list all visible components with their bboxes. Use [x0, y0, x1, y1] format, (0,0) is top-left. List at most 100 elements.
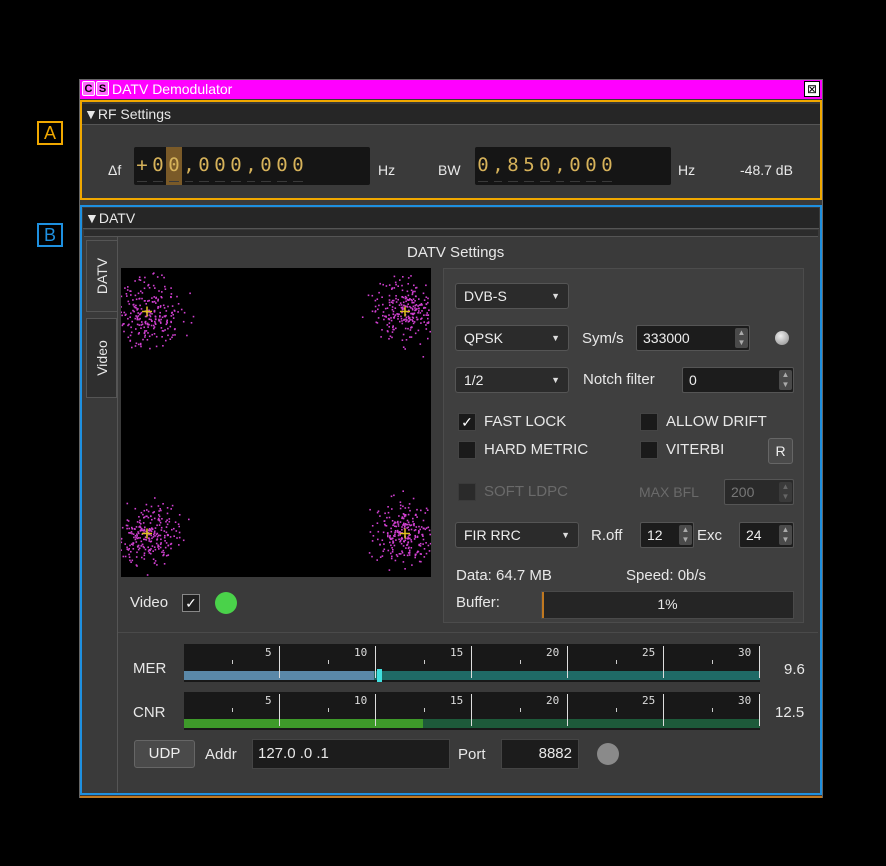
- roll-off-spinbox[interactable]: 12 ▲ ▼: [640, 522, 694, 548]
- settings-s-button[interactable]: S: [96, 81, 109, 96]
- bw-digit[interactable]: 0: [537, 147, 553, 185]
- df-digit[interactable]: 0: [290, 147, 306, 185]
- gauge-tick-label: 20: [546, 694, 560, 707]
- constellation-sample: [168, 518, 171, 520]
- excursion-spinbox[interactable]: 24 ▲ ▼: [739, 522, 794, 548]
- constellation-sample: [387, 506, 389, 508]
- bw-digit[interactable]: 8: [505, 147, 521, 185]
- mer-gauge: 5 10 15 20 25 30: [184, 644, 760, 682]
- constellation-sample: [392, 537, 394, 540]
- constellation-sample: [407, 513, 410, 516]
- constellation-sample: [386, 532, 389, 534]
- constellation-sample: [374, 299, 377, 302]
- udp-address-field[interactable]: 127.0 .0 .1: [252, 739, 450, 769]
- constellation-sample: [139, 312, 142, 315]
- spin-arrows-icon[interactable]: ▲ ▼: [779, 370, 792, 390]
- bw-digit[interactable]: 0: [475, 147, 491, 185]
- constellation-sample: [418, 543, 420, 546]
- constellation-sample: [408, 552, 411, 554]
- frequency-shift-dial[interactable]: +0 0, 0 0 0, 0 0 0: [134, 147, 370, 185]
- constellation-sample: [176, 295, 178, 298]
- constellation-sample: [143, 281, 146, 283]
- bw-digit[interactable]: 0: [583, 147, 599, 185]
- df-digit[interactable]: 0: [228, 147, 244, 185]
- udp-status-led: [597, 743, 619, 765]
- fec-select[interactable]: 1/2 ▼: [455, 367, 569, 393]
- constellation-sample: [139, 519, 141, 522]
- spin-arrows-icon[interactable]: ▲ ▼: [679, 525, 692, 545]
- modulation-select[interactable]: QPSK ▼: [455, 325, 569, 351]
- constellation-sample: [163, 551, 165, 554]
- gauge-tick-label: 15: [450, 694, 464, 707]
- bw-unit: Hz: [678, 162, 696, 178]
- constellation-sample: [134, 280, 136, 282]
- constellation-sample: [376, 522, 379, 524]
- viterbi-checkbox[interactable]: [640, 441, 658, 459]
- tab-datv[interactable]: DATV: [86, 240, 117, 312]
- constellation-sample: [377, 317, 380, 319]
- constellation-sample: [143, 554, 146, 557]
- constellation-sample: [408, 546, 410, 549]
- df-digit[interactable]: 0: [166, 147, 182, 185]
- video-checkbox[interactable]: ✓: [182, 594, 200, 612]
- constellation-sample: [371, 525, 374, 527]
- gauge-bar: [184, 719, 424, 728]
- bw-digit[interactable]: 0: [567, 147, 583, 185]
- constellation-sample: [390, 544, 392, 547]
- max-bfl-spinbox[interactable]: 200 ▲ ▼: [724, 479, 794, 505]
- udp-button[interactable]: UDP: [134, 740, 195, 768]
- notch-filter-spinbox[interactable]: 0 ▲ ▼: [682, 367, 794, 393]
- constellation-sample: [166, 534, 169, 537]
- constellation-sample: [416, 508, 418, 511]
- constellation-sample: [137, 312, 139, 314]
- reset-r-button[interactable]: R: [768, 438, 793, 464]
- filter-select[interactable]: FIR RRC ▼: [455, 522, 579, 548]
- allow-drift-checkbox[interactable]: [640, 413, 658, 431]
- spin-arrows-icon[interactable]: ▲ ▼: [779, 525, 792, 545]
- standard-select[interactable]: DVB-S ▼: [455, 283, 569, 309]
- constellation-sample: [389, 538, 392, 540]
- constellation-sample: [127, 324, 129, 327]
- constellation-sample: [148, 318, 151, 320]
- soft-ldpc-checkbox[interactable]: [458, 483, 476, 501]
- fast-lock-checkbox[interactable]: ✓: [458, 413, 476, 431]
- symrate-knob-icon[interactable]: [775, 331, 789, 345]
- tab-video[interactable]: Video: [86, 318, 117, 398]
- title-bar[interactable]: C S DATV Demodulator ⊠: [80, 80, 822, 99]
- df-digit[interactable]: 0: [196, 147, 212, 185]
- close-icon[interactable]: ⊠: [804, 81, 820, 97]
- constellation-sample: [384, 307, 387, 310]
- constellation-sample: [171, 305, 174, 307]
- constellation-sample: [135, 304, 137, 307]
- spin-arrows-icon[interactable]: ▲ ▼: [735, 328, 748, 348]
- constellation-sample: [401, 339, 404, 341]
- datv-header[interactable]: ▼DATV: [83, 208, 819, 229]
- bandwidth-dial[interactable]: 0,850,000: [475, 147, 671, 185]
- constellation-sample: [158, 515, 161, 518]
- gauge-tick: [663, 694, 664, 726]
- hard-metric-checkbox[interactable]: [458, 441, 476, 459]
- df-digit[interactable]: 0: [212, 147, 228, 185]
- constellation-sample: [128, 532, 130, 534]
- collapse-c-button[interactable]: C: [82, 81, 95, 96]
- constellation-sample: [161, 551, 163, 553]
- constellation-sample: [392, 310, 395, 313]
- df-digit[interactable]: 0: [274, 147, 290, 185]
- rf-settings-header[interactable]: ▼RF Settings: [82, 104, 820, 125]
- symrate-spinbox[interactable]: 333000 ▲ ▼: [636, 325, 750, 351]
- constellation-sample: [423, 314, 425, 316]
- udp-port-field[interactable]: 8882: [501, 739, 579, 769]
- constellation-sample: [404, 327, 407, 330]
- constellation-sample: [409, 305, 411, 308]
- constellation-sample: [154, 527, 157, 529]
- bw-digit[interactable]: 0: [599, 147, 615, 185]
- df-digit[interactable]: 0: [150, 147, 166, 185]
- constellation-sample: [126, 502, 129, 505]
- constellation-sample: [178, 536, 181, 539]
- constellation-sample: [401, 528, 403, 531]
- df-digit[interactable]: 0: [258, 147, 274, 185]
- df-digit[interactable]: +: [134, 147, 150, 185]
- bw-digit[interactable]: 5: [521, 147, 537, 185]
- spin-arrows-icon[interactable]: ▲ ▼: [779, 482, 792, 502]
- constellation-sample: [409, 524, 412, 527]
